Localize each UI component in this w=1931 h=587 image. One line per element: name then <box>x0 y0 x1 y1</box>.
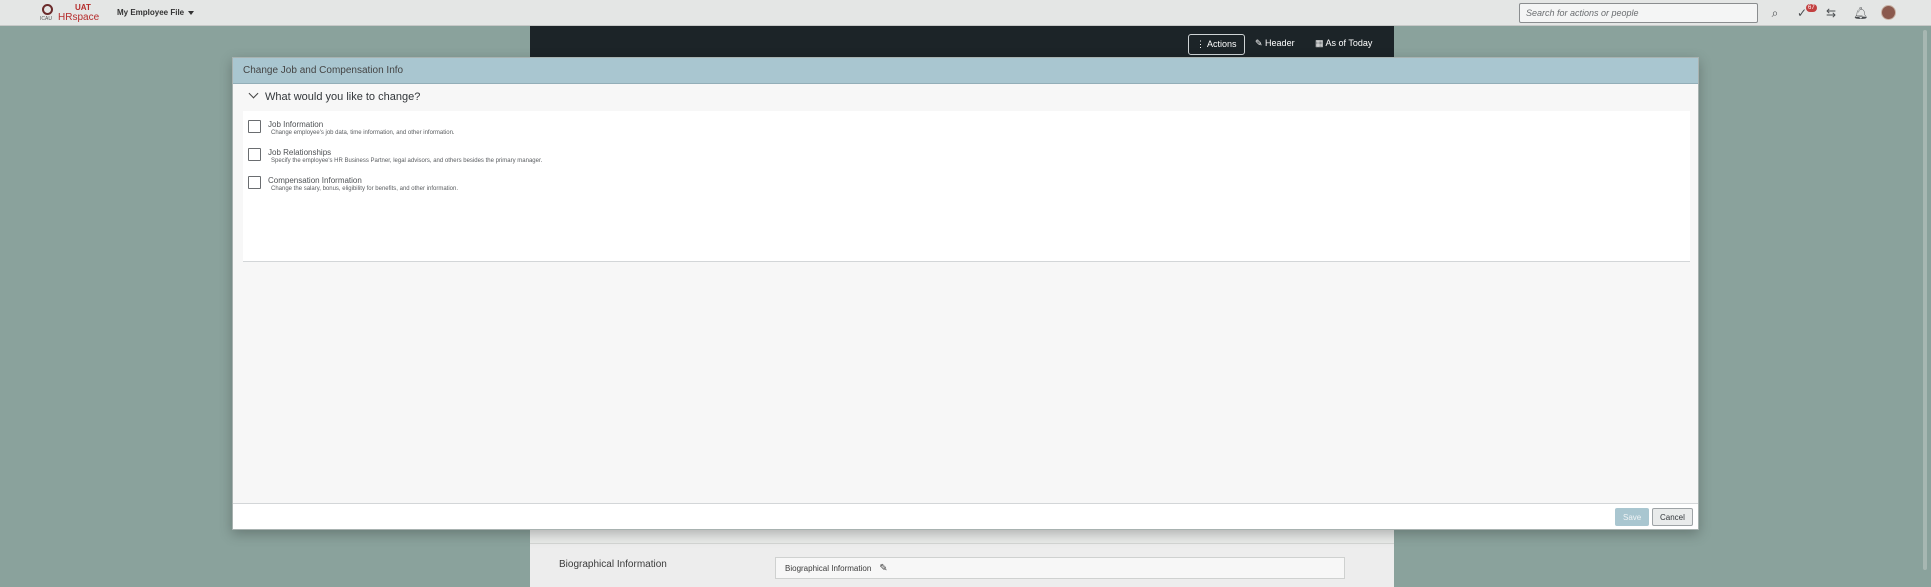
cancel-button[interactable]: Cancel <box>1652 508 1693 526</box>
bio-card[interactable]: Biographical Information ✎ <box>775 557 1345 579</box>
logo-small-text: ICAU <box>40 16 52 22</box>
notification-badge: 67 <box>1806 4 1817 12</box>
option-description: Change the salary, bonus, eligibility fo… <box>271 186 458 192</box>
bio-section-label: Biographical Information <box>559 559 667 570</box>
change-job-dialog: Change Job and Compensation Info What wo… <box>232 57 1699 530</box>
approvals-icon[interactable]: ⇆ <box>1824 6 1838 20</box>
company-logo[interactable]: UAT HRspace ICAU <box>38 3 100 23</box>
chevron-down-icon <box>248 88 259 99</box>
option-label: Job Information <box>268 120 324 129</box>
option-label: Compensation Information <box>268 176 362 185</box>
search-input[interactable]: Search for actions or people <box>1519 3 1758 23</box>
job-relationships-checkbox[interactable] <box>248 148 261 161</box>
dialog-header: Change Job and Compensation Info <box>233 58 1698 84</box>
biographical-section: Biographical Information Biographical In… <box>530 543 1394 587</box>
dialog-title: Change Job and Compensation Info <box>243 65 404 76</box>
module-switcher[interactable]: My Employee File <box>117 8 195 17</box>
dialog-footer: Save Cancel <box>233 503 1698 529</box>
caret-down-icon <box>188 10 195 15</box>
globe-logo-icon <box>42 4 53 15</box>
option-label: Job Relationships <box>268 148 332 157</box>
pencil-icon[interactable]: ✎ <box>879 563 887 574</box>
bell-icon[interactable]: 🔔︎ <box>1853 6 1868 20</box>
save-button[interactable]: Save <box>1615 508 1650 526</box>
actions-label: Actions <box>1207 39 1237 49</box>
logo-hrspace-text: HRspace <box>58 12 100 23</box>
header-button[interactable]: ✎ Header <box>1248 34 1302 55</box>
compensation-information-checkbox[interactable] <box>248 176 261 189</box>
avatar[interactable] <box>1881 5 1896 20</box>
search-icon[interactable]: ⌕ <box>1768 6 1782 20</box>
actions-button[interactable]: ⋮ Actions <box>1188 34 1245 55</box>
section-toggle[interactable]: What would you like to change? <box>243 88 421 107</box>
job-information-checkbox[interactable] <box>248 120 261 133</box>
change-options-panel: Job Information Change employee's job da… <box>243 111 1690 262</box>
bio-card-label: Biographical Information <box>785 564 872 573</box>
as-of-today-button[interactable]: ▦ As of Today <box>1308 34 1379 55</box>
as-of-label: As of Today <box>1325 38 1373 48</box>
logo-uat-text: UAT <box>75 3 91 12</box>
top-shell-bar: UAT HRspace ICAU My Employee File Search… <box>0 0 1931 26</box>
option-description: Specify the employee's HR Business Partn… <box>271 158 543 164</box>
header-label: Header <box>1265 38 1295 48</box>
section-title: What would you like to change? <box>265 91 421 103</box>
page-scrollbar[interactable] <box>1923 30 1927 570</box>
option-description: Change employee's job data, time informa… <box>271 130 455 136</box>
module-title: My Employee File <box>117 8 185 17</box>
